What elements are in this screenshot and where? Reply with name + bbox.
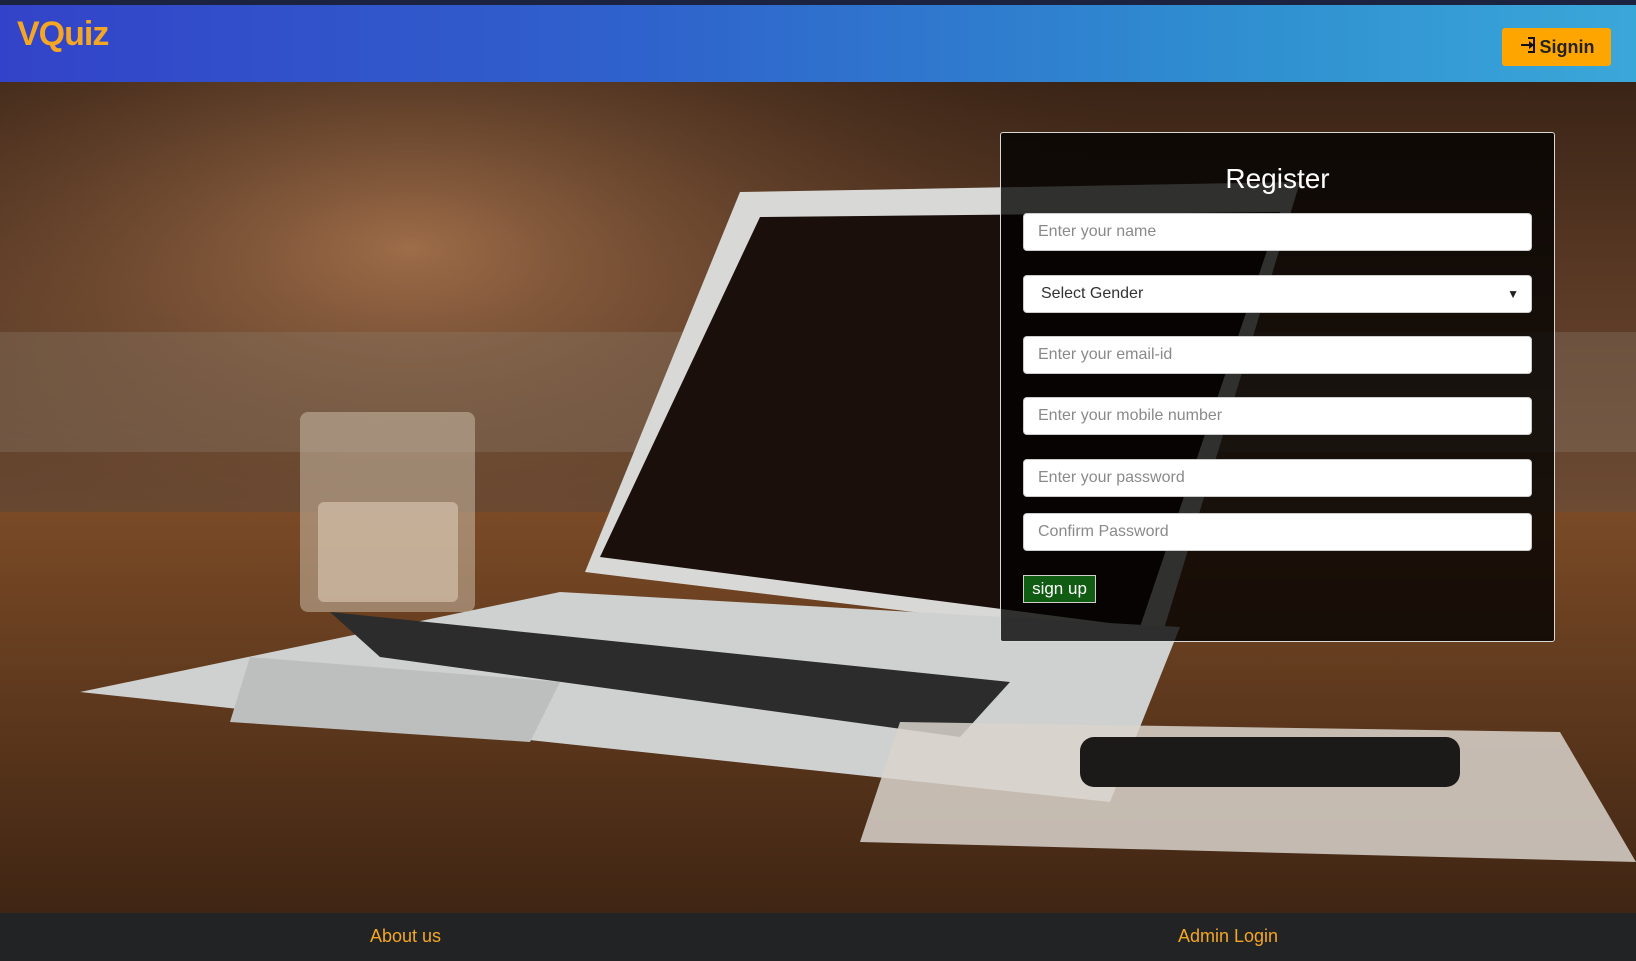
- email-input[interactable]: [1023, 336, 1532, 374]
- hero-background: Register Select Gender ▼ sign up: [0, 82, 1636, 913]
- sign-in-icon: [1519, 36, 1537, 59]
- name-input[interactable]: [1023, 213, 1532, 251]
- password-input[interactable]: [1023, 459, 1532, 497]
- brand-logo[interactable]: VQuiz: [17, 15, 109, 54]
- confirm-password-input[interactable]: [1023, 513, 1532, 551]
- register-title: Register: [1225, 163, 1330, 194]
- signup-button[interactable]: sign up: [1023, 575, 1096, 603]
- signin-button[interactable]: Signin: [1502, 28, 1611, 66]
- signin-label: Signin: [1539, 36, 1595, 57]
- navbar: VQuiz Signin: [0, 5, 1636, 82]
- gender-select[interactable]: Select Gender ▼: [1023, 275, 1532, 313]
- footer: About us Admin Login: [0, 913, 1636, 961]
- mobile-input[interactable]: [1023, 397, 1532, 435]
- chevron-down-icon: ▼: [1507, 287, 1519, 301]
- about-us-link[interactable]: About us: [370, 926, 441, 947]
- register-form: Register Select Gender ▼ sign up: [1000, 132, 1555, 642]
- admin-login-link[interactable]: Admin Login: [1178, 926, 1278, 947]
- gender-select-value: Select Gender: [1041, 285, 1144, 302]
